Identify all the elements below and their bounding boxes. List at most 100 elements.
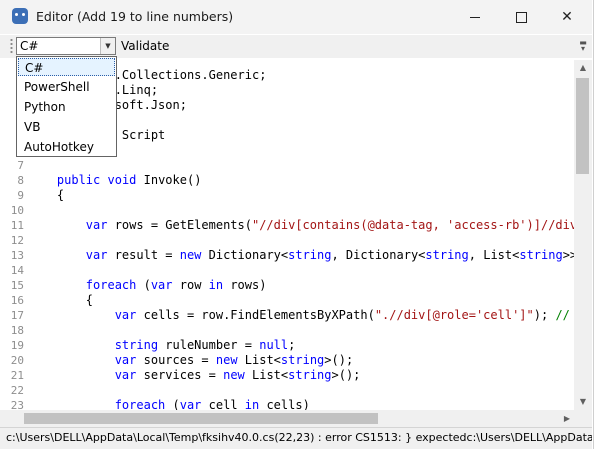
scrollbar-corner: [575, 410, 592, 427]
code-token: string: [114, 338, 159, 352]
title-bar[interactable]: Editor (Add 19 to line numbers) ✕: [0, 0, 592, 34]
vertical-scrollbar[interactable]: ▲ ▼: [574, 60, 592, 410]
horizontal-scrollbar[interactable]: ▶: [0, 410, 575, 427]
line-number: 21: [10, 369, 24, 382]
code-token: var: [114, 368, 137, 382]
code-line: var rows = GetElements("//div[contains(@…: [28, 218, 575, 233]
code-token: new: [223, 368, 245, 382]
code-token: {: [28, 188, 65, 202]
code-token: Dictionary<: [201, 248, 289, 262]
language-option[interactable]: VB: [18, 118, 115, 136]
code-line: string ruleNumber = null;: [28, 338, 296, 353]
code-token: new: [215, 353, 238, 367]
code-token: {: [28, 293, 94, 307]
language-option[interactable]: AutoHotkey: [18, 138, 115, 156]
code-token: in: [244, 398, 260, 410]
line-number: 16: [10, 294, 24, 307]
code-token: var: [85, 218, 108, 232]
code-token: var: [114, 308, 137, 322]
minimize-icon: [470, 16, 480, 18]
line-number: 13: [10, 249, 24, 262]
code-token: cells = row.FindElementsByXPath(: [136, 308, 375, 322]
code-token: );: [533, 308, 556, 322]
code-token: ;: [288, 338, 296, 352]
code-token: var: [114, 353, 137, 367]
code-line: var result = new Dictionary<string, Dict…: [28, 248, 575, 263]
line-number: 12: [10, 234, 24, 247]
toolbar-grip[interactable]: [10, 38, 13, 55]
code-token: result =: [107, 248, 180, 262]
language-select-value: C#: [20, 39, 39, 53]
code-token: ruleNumber =: [158, 338, 260, 352]
code-line: var cells = row.FindElementsByXPath(".//…: [28, 308, 575, 323]
code-token: // Ti: [555, 308, 570, 322]
code-line: {: [28, 293, 93, 308]
maximize-button[interactable]: [498, 0, 544, 34]
language-option[interactable]: C#: [18, 58, 115, 76]
validate-button[interactable]: Validate: [121, 39, 169, 53]
code-token: , List<: [468, 248, 520, 262]
code-token: cell: [201, 398, 245, 410]
code-token: null: [259, 338, 289, 352]
language-select[interactable]: C# ▼: [16, 37, 116, 55]
language-option[interactable]: Python: [18, 98, 115, 116]
line-number: 11: [10, 219, 24, 232]
code-token: (: [136, 278, 151, 292]
maximize-icon: [515, 11, 527, 23]
horizontal-scroll-thumb[interactable]: [24, 413, 378, 424]
minimize-button[interactable]: [452, 0, 498, 34]
status-bar: c:\Users\DELL\AppData\Local\Temp\fksihv4…: [0, 427, 592, 449]
code-token: Invoke(): [136, 173, 202, 187]
code-token: string: [288, 248, 332, 262]
code-line: foreach (var row in rows): [28, 278, 267, 293]
line-number: 22: [10, 384, 24, 397]
code-token: var: [179, 398, 202, 410]
code-token: >();: [324, 353, 354, 367]
line-number: 9: [17, 189, 24, 202]
code-token: var: [150, 278, 173, 292]
code-token: new: [179, 248, 202, 262]
code-token: rows): [223, 278, 267, 292]
close-icon: ✕: [561, 9, 573, 25]
language-option[interactable]: PowerShell: [18, 78, 115, 96]
close-button[interactable]: ✕: [544, 0, 590, 34]
line-number: 18: [10, 324, 24, 337]
line-number: 17: [10, 309, 24, 322]
code-token: cells): [259, 398, 310, 410]
code-token: List<: [237, 353, 281, 367]
code-line: var services = new List<string>();: [28, 368, 361, 383]
line-number: 15: [10, 279, 24, 292]
code-token: foreach: [114, 398, 166, 410]
code-token: sources =: [136, 353, 216, 367]
line-number: 10: [10, 204, 24, 217]
line-number: 19: [10, 339, 24, 352]
scroll-right-icon[interactable]: ▶: [560, 410, 574, 427]
line-number: 20: [10, 354, 24, 367]
code-line: public void Invoke(): [28, 173, 202, 188]
code-token: string: [288, 368, 332, 382]
scroll-up-icon[interactable]: ▲: [574, 60, 592, 76]
toolbar-overflow-icon[interactable]: ▬ ▾: [578, 39, 588, 54]
code-token: string: [425, 248, 469, 262]
code-token: , Dictionary<: [331, 248, 426, 262]
chevron-down-icon[interactable]: ▼: [100, 38, 115, 54]
scroll-down-icon[interactable]: ▼: [574, 394, 592, 410]
code-token: string: [519, 248, 563, 262]
code-token: "//div[contains(@data-tag, 'access-rb')]…: [251, 218, 575, 232]
vertical-scroll-thumb[interactable]: [576, 78, 589, 174]
code-token: rows = GetElements(: [107, 218, 252, 232]
code-line: {: [28, 188, 64, 203]
code-token: ".//div[@role='cell']": [374, 308, 534, 322]
line-number: 23: [10, 399, 24, 410]
code-token: services =: [136, 368, 224, 382]
code-token: >();: [331, 368, 361, 382]
line-number: 8: [17, 174, 24, 187]
language-dropdown-list[interactable]: C# PowerShell Python VB AutoHotkey: [16, 56, 117, 157]
line-number: 7: [17, 159, 24, 172]
